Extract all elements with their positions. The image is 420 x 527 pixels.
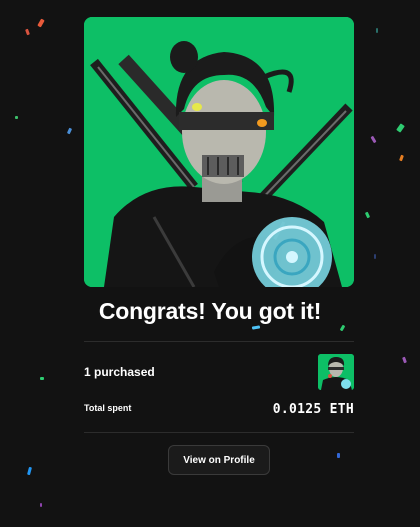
success-title: Congrats! You got it! — [98, 298, 322, 324]
total-spent-value: 0.0125 ETH — [272, 402, 354, 417]
total-spent-label: Total spent — [84, 403, 132, 413]
divider — [84, 341, 354, 342]
nft-artwork — [84, 17, 354, 287]
purchased-count: 1 purchased — [84, 365, 155, 379]
view-on-profile-button[interactable]: View on Profile — [168, 445, 270, 475]
nft-thumbnail — [318, 354, 354, 390]
divider — [84, 432, 354, 433]
